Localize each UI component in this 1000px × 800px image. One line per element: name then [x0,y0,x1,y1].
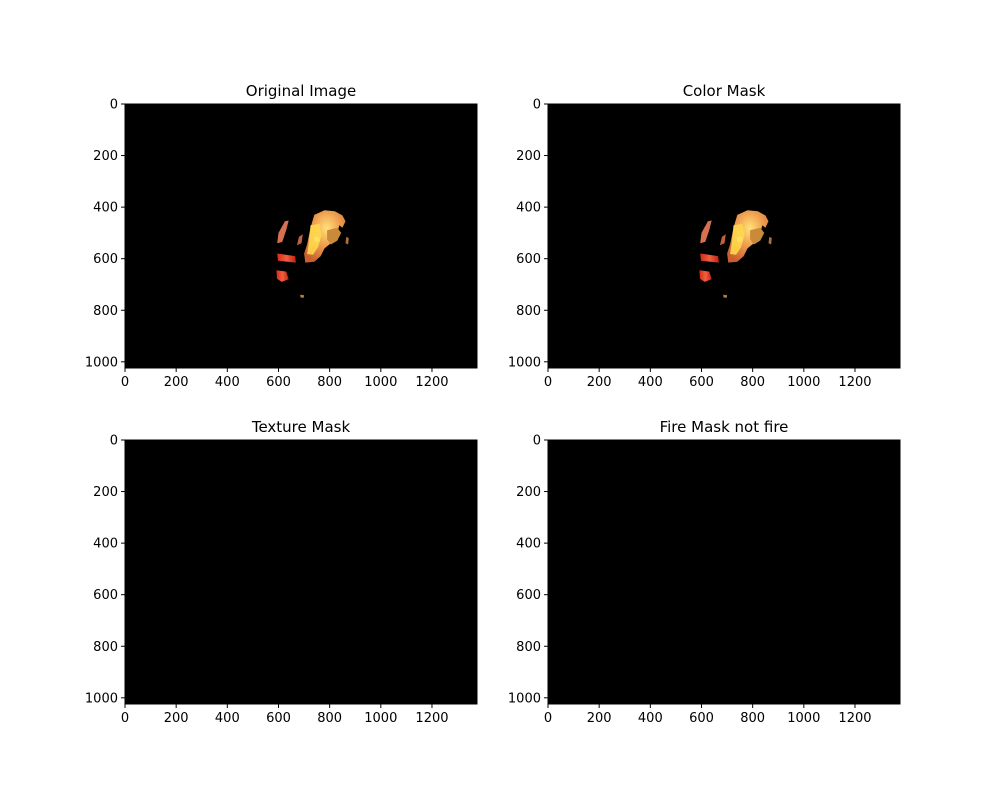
x-tick-label: 0 [121,375,129,390]
x-tick-label: 1000 [787,711,820,726]
x-tick-label: 400 [215,711,240,726]
x-tick-label: 1000 [364,375,397,390]
subplot-title: Original Image [246,82,356,100]
fire-glint [736,236,743,243]
image-area [125,440,477,704]
x-tick-label: 1000 [364,711,397,726]
x-tick-label: 200 [164,711,189,726]
y-tick-label: 200 [516,485,541,500]
y-tick-label: 200 [516,149,541,164]
y-tick-label: 0 [110,98,118,113]
y-tick-label: 600 [93,588,118,603]
y-tick-label: 400 [516,537,541,552]
subplot-original-image: Original Image 0 200 400 600 800 1000 1200 0 200 4… [85,82,478,390]
y-tick-label: 800 [93,640,118,655]
x-tick-label: 800 [317,711,342,726]
y-tick-label: 200 [93,485,118,500]
y-tick-label: 400 [93,201,118,216]
y-tick-label: 600 [516,588,541,603]
fire-fleck-3 [300,294,305,298]
x-tick-label: 1200 [838,711,871,726]
x-tick-label: 400 [638,375,663,390]
fire-fleck-3 [723,294,728,298]
y-tick-label: 800 [516,304,541,319]
y-tick-label: 800 [93,304,118,319]
x-tick-label: 800 [740,375,765,390]
subplot-fire-mask: Fire Mask not fire 0 200 400 600 800 1000 1200 0… [508,418,901,726]
x-tick-label: 200 [587,375,612,390]
y-tick-label: 1000 [85,691,118,706]
fire-glint [310,245,316,251]
x-tick-label: 600 [266,711,291,726]
y-tick-label: 800 [516,640,541,655]
subplot-title: Texture Mask [251,418,351,436]
fire-glint [313,236,320,243]
x-tick-label: 0 [544,375,552,390]
subplot-texture-mask: Texture Mask 0 200 400 600 800 1000 1200 0 200 400… [85,418,478,726]
image-area [548,440,900,704]
x-tick-label: 600 [266,375,291,390]
y-tick-label: 0 [533,434,541,449]
x-tick-label: 1200 [415,375,448,390]
x-tick-label: 600 [689,375,714,390]
y-tick-label: 1000 [508,355,541,370]
y-tick-label: 600 [93,252,118,267]
x-tick-label: 200 [164,375,189,390]
x-tick-label: 1000 [787,375,820,390]
y-tick-label: 600 [516,252,541,267]
y-tick-label: 0 [533,98,541,113]
x-tick-label: 1200 [415,711,448,726]
subplot-color-mask: Color Mask 0 200 400 600 800 1000 1200 0 200 400 60… [508,82,901,390]
x-tick-label: 200 [587,711,612,726]
x-tick-label: 0 [121,711,129,726]
y-tick-label: 400 [516,201,541,216]
x-tick-label: 0 [544,711,552,726]
subplot-title: Fire Mask not fire [660,418,789,436]
y-tick-label: 0 [110,434,118,449]
x-tick-label: 800 [740,711,765,726]
y-tick-label: 1000 [85,355,118,370]
subplot-title: Color Mask [683,82,766,100]
x-tick-label: 400 [638,711,663,726]
y-tick-label: 200 [93,149,118,164]
x-tick-label: 600 [689,711,714,726]
x-tick-label: 400 [215,375,240,390]
x-tick-label: 800 [317,375,342,390]
figure: Original Image 0 200 400 600 800 1000 1200 0 200 4… [85,82,901,726]
x-tick-label: 1200 [838,375,871,390]
fire-glint [733,245,739,251]
y-tick-label: 1000 [508,691,541,706]
y-tick-label: 400 [93,537,118,552]
